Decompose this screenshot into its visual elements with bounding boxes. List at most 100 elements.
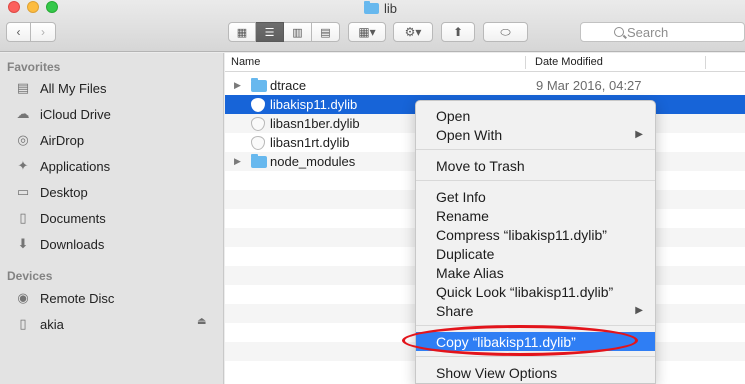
list-view-icon: ☰	[264, 26, 275, 39]
sidebar-item-applications[interactable]: ✦ Applications	[14, 156, 111, 176]
sidebar-item-label: Applications	[40, 158, 111, 174]
column-header-date[interactable]: Date Modified	[535, 56, 603, 68]
arrange-button[interactable]: ▦▾	[348, 22, 386, 42]
sidebar-item-label: Desktop	[40, 184, 88, 200]
menu-item-label: Duplicate	[436, 245, 495, 262]
eject-icon[interactable]: ⏏	[197, 316, 206, 327]
file-name: dtrace	[270, 78, 307, 93]
sidebar-item-desktop[interactable]: ▭ Desktop	[14, 182, 88, 202]
menu-item-open[interactable]: Open	[416, 106, 655, 125]
sidebar-item-icloud-drive[interactable]: ☁ iCloud Drive	[14, 104, 111, 124]
menu-item-label: Open	[436, 107, 471, 124]
list-view-button[interactable]: ☰	[256, 22, 284, 42]
menu-item-label: Get Info	[436, 188, 486, 205]
file-date: 9 Mar 2016, 04:27	[536, 78, 642, 93]
menu-item-rename[interactable]: Rename	[416, 206, 655, 225]
search-input[interactable]: Search	[580, 22, 745, 42]
drive-icon: ▯	[19, 316, 27, 331]
menu-item-label: Open With	[436, 126, 503, 143]
icon-view-icon: ▦	[236, 26, 248, 39]
sidebar-item-label: iCloud Drive	[40, 106, 111, 122]
sidebar-item-label: All My Files	[40, 80, 107, 96]
menu-item-copy[interactable]: Copy “libakisp11.dylib”	[416, 332, 655, 351]
menu-item-show-view-options[interactable]: Show View Options	[416, 363, 655, 382]
sidebar-item-label: Remote Disc	[40, 290, 115, 306]
sidebar-item-label: Downloads	[40, 236, 105, 252]
dylib-file-icon	[251, 98, 265, 112]
menu-item-duplicate[interactable]: Duplicate	[416, 244, 655, 263]
cover-flow-icon: ▤	[320, 26, 331, 39]
sidebar-item-remote-disc[interactable]: ◉ Remote Disc	[14, 288, 114, 308]
back-button[interactable]: ‹	[6, 22, 31, 42]
menu-separator	[416, 325, 655, 326]
sidebar-item-all-my-files[interactable]: ▤ All My Files	[14, 78, 107, 98]
all-files-icon: ▤	[16, 80, 30, 95]
menu-item-label: Compress “libakisp11.dylib”	[436, 226, 607, 243]
menu-item-label: Move to Trash	[436, 157, 525, 174]
search-placeholder: Search	[627, 24, 669, 40]
zoom-window-button[interactable]	[46, 1, 58, 13]
sidebar-item-label: Documents	[40, 210, 106, 226]
arrange-icon: ▦▾	[358, 25, 376, 39]
submenu-arrow-icon: ▶	[635, 305, 643, 316]
sidebar-item-documents[interactable]: ▯ Documents	[14, 208, 106, 228]
column-view-button[interactable]: ▥	[284, 22, 312, 42]
menu-separator	[416, 149, 655, 150]
applications-icon: ✦	[17, 158, 29, 173]
menu-item-quick-look[interactable]: Quick Look “libakisp11.dylib”	[416, 282, 655, 301]
menu-item-label: Share	[436, 302, 474, 319]
file-name: libasn1ber.dylib	[270, 116, 360, 131]
column-divider[interactable]	[705, 56, 706, 69]
sidebar-item-airdrop[interactable]: ◎ AirDrop	[14, 130, 84, 150]
disclosure-triangle-icon[interactable]: ▶	[234, 156, 241, 167]
minimize-window-button[interactable]	[27, 1, 39, 13]
file-name: node_modules	[270, 154, 356, 169]
tag-icon: ⬭	[500, 24, 511, 39]
menu-item-label: Quick Look “libakisp11.dylib”	[436, 283, 614, 300]
dylib-file-icon	[251, 136, 265, 150]
sidebar-item-akia[interactable]: ▯ akia	[14, 314, 63, 334]
menu-item-label: Show View Options	[436, 364, 558, 381]
icon-view-button[interactable]: ▦	[228, 22, 256, 42]
disclosure-triangle-icon[interactable]: ▶	[234, 80, 241, 91]
list-item-dtrace[interactable]: ▶ dtrace 9 Mar 2016, 04:27	[225, 76, 745, 95]
desktop-icon: ▭	[16, 184, 30, 199]
chevron-right-icon: ›	[41, 25, 45, 39]
context-menu: Open Open With ▶ Move to Trash Get Info R…	[415, 100, 656, 384]
dylib-file-icon	[251, 117, 265, 131]
file-name: libakisp11.dylib	[270, 97, 358, 112]
column-header-name[interactable]: Name	[231, 56, 260, 68]
cover-flow-button[interactable]: ▤	[312, 22, 340, 42]
sidebar-heading-favorites: Favorites	[7, 60, 61, 74]
action-button[interactable]: ⚙▾	[393, 22, 433, 42]
menu-item-compress[interactable]: Compress “libakisp11.dylib”	[416, 225, 655, 244]
menu-separator	[416, 356, 655, 357]
forward-button[interactable]: ›	[31, 22, 56, 42]
menu-item-get-info[interactable]: Get Info	[416, 187, 655, 206]
documents-icon: ▯	[19, 210, 27, 225]
chevron-left-icon: ‹	[16, 25, 21, 39]
column-header: Name Date Modified	[225, 53, 745, 72]
gear-icon: ⚙▾	[404, 25, 422, 39]
window-title: lib	[364, 0, 397, 16]
column-divider[interactable]	[525, 56, 526, 69]
view-mode-group: ▦ ☰ ▥ ▤	[228, 22, 340, 42]
menu-item-open-with[interactable]: Open With ▶	[416, 125, 655, 144]
sidebar-item-label: AirDrop	[40, 132, 85, 148]
airdrop-icon: ◎	[17, 132, 29, 147]
close-window-button[interactable]	[8, 1, 20, 13]
menu-item-share[interactable]: Share ▶	[416, 301, 655, 320]
share-icon: ⬆	[452, 25, 464, 39]
tag-button[interactable]: ⬭	[483, 22, 528, 42]
menu-item-label: Copy “libakisp11.dylib”	[436, 333, 576, 350]
search-icon	[614, 27, 624, 37]
share-button[interactable]: ⬆	[441, 22, 475, 42]
folder-icon	[251, 78, 267, 92]
window-title-text: lib	[384, 0, 398, 16]
menu-separator	[416, 180, 655, 181]
menu-item-move-to-trash[interactable]: Move to Trash	[416, 156, 655, 175]
folder-icon	[364, 0, 379, 14]
cloud-icon: ☁	[16, 106, 30, 121]
menu-item-make-alias[interactable]: Make Alias	[416, 263, 655, 282]
sidebar-item-downloads[interactable]: ⬇ Downloads	[14, 234, 105, 254]
